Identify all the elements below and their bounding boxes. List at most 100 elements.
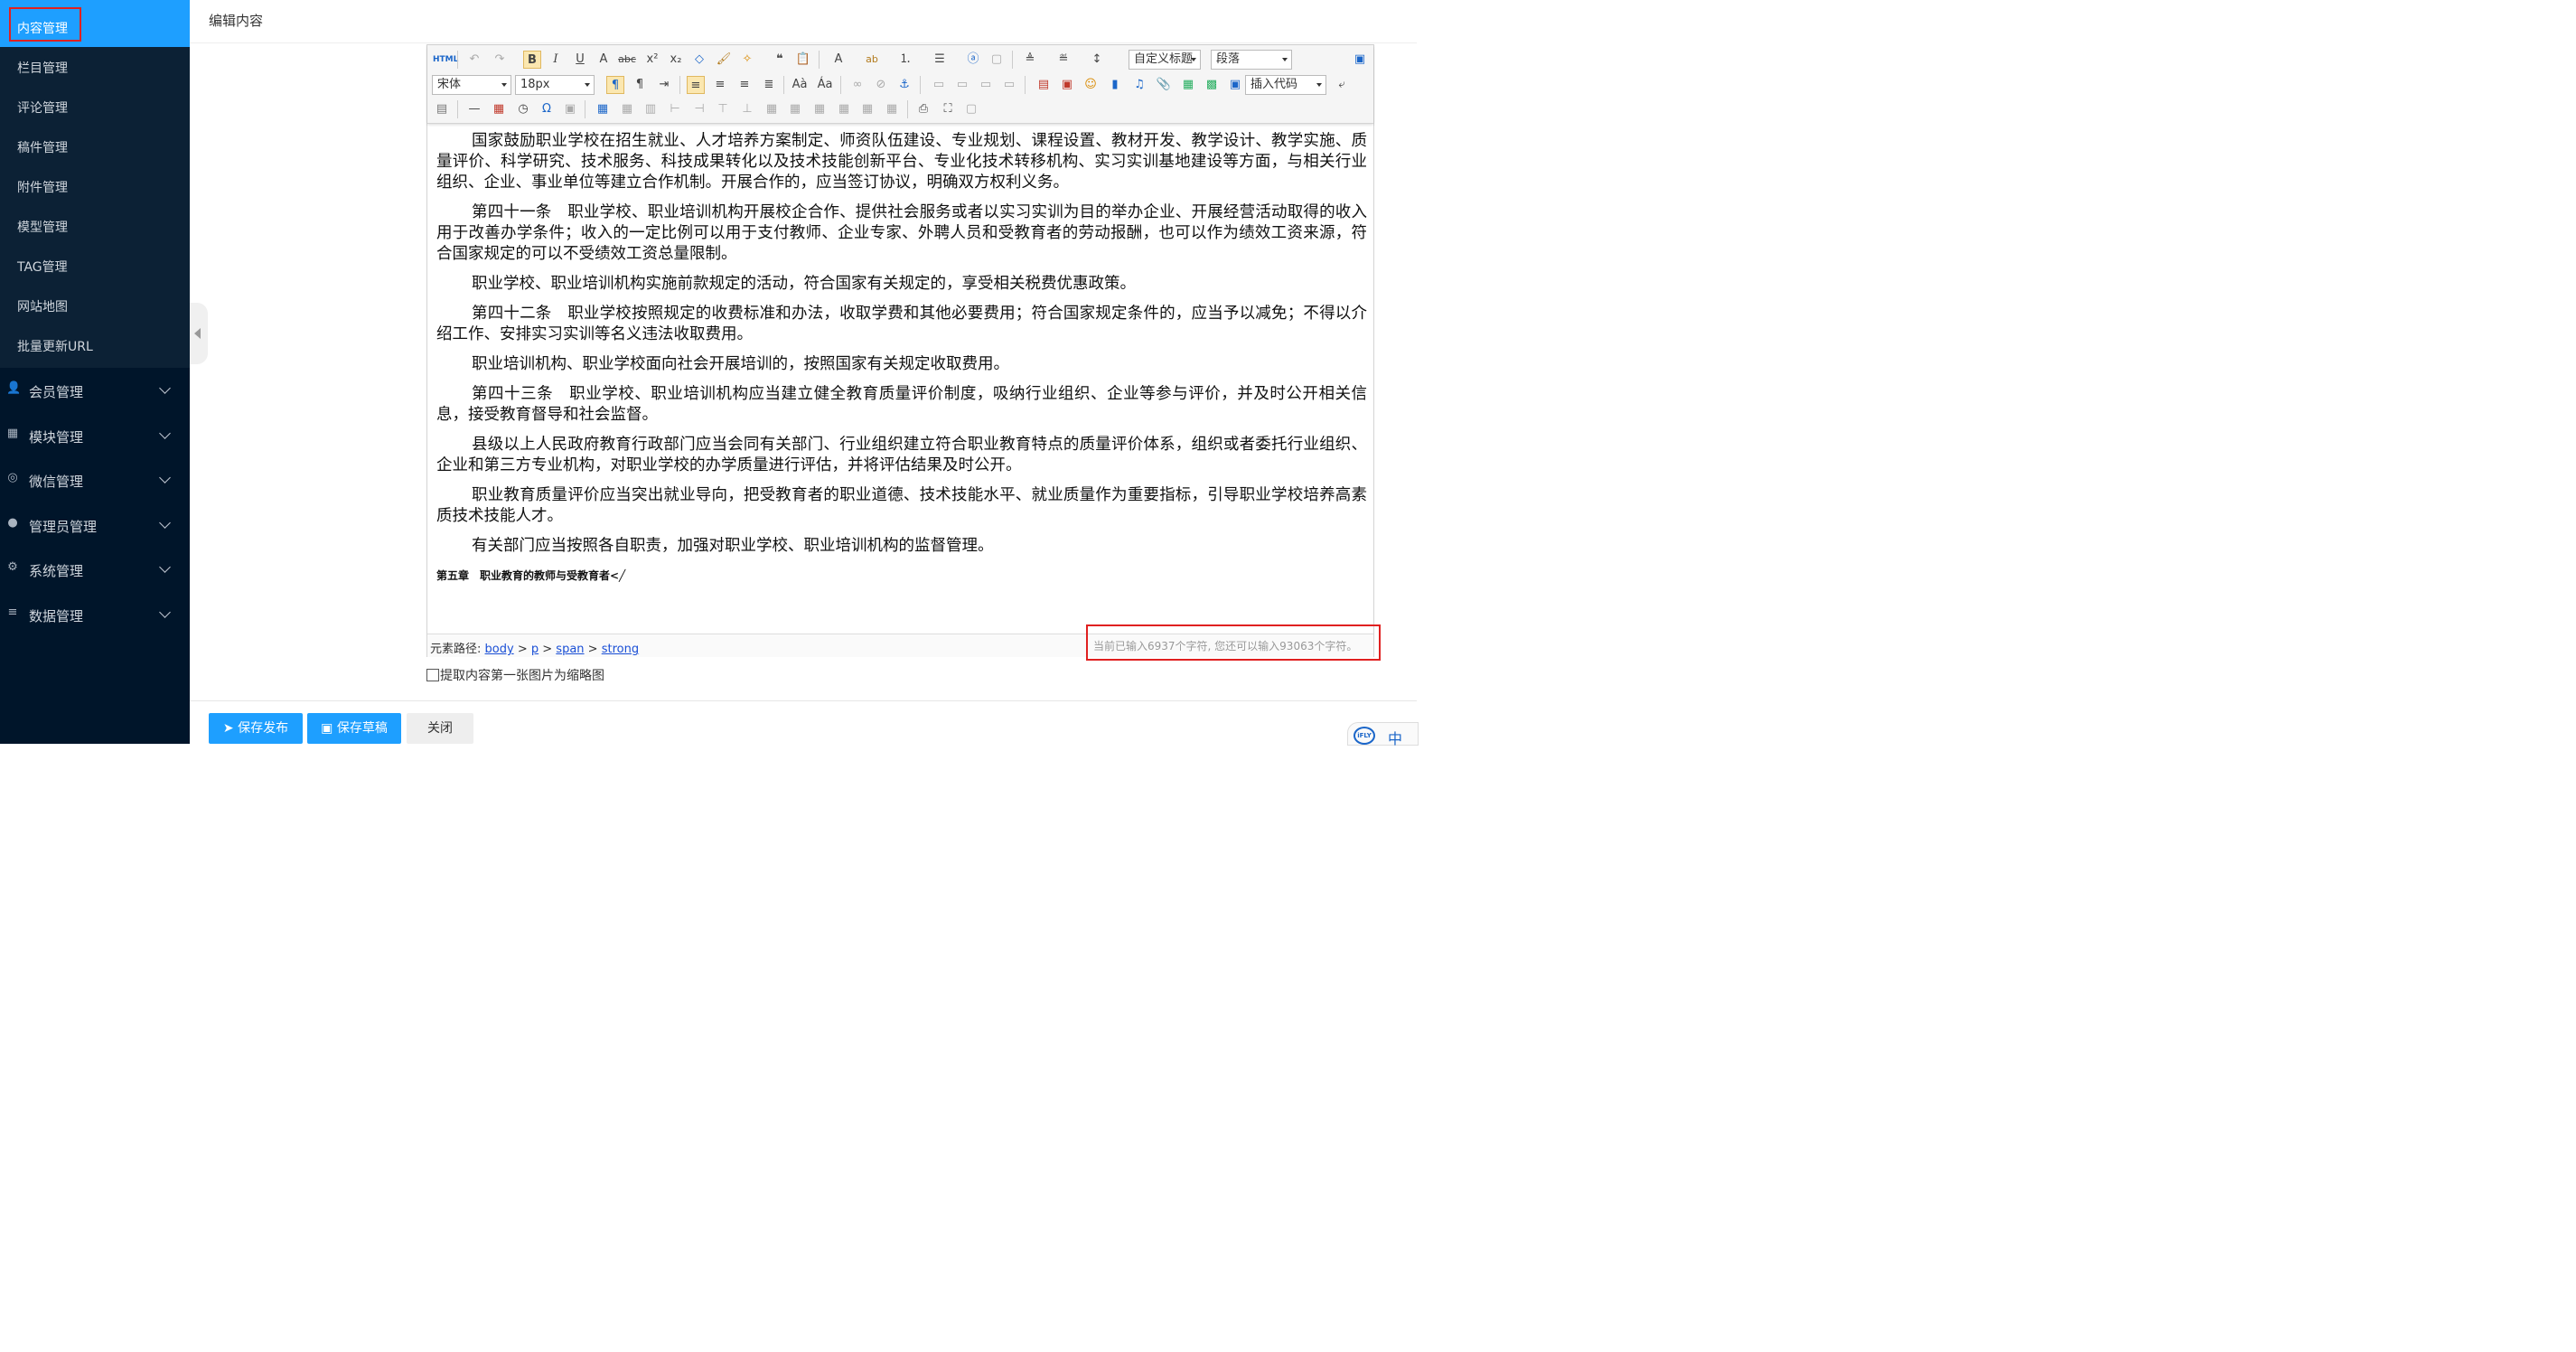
lowercase-icon[interactable]: Áa [816,76,834,94]
snapscreen-icon[interactable]: ▣ [561,100,579,118]
link-icon[interactable]: ∞ [848,76,866,94]
sidebar-group-system[interactable]: ⚙ 系统管理 [0,548,190,591]
rtl-direction-icon[interactable]: ¶ [631,76,649,94]
search-replace-icon[interactable]: ⛶ [939,100,957,118]
strikethrough-icon[interactable]: abc [618,51,636,69]
unordered-list-icon[interactable]: ☰ [931,51,949,69]
insert-image-icon[interactable]: ▣ [1058,76,1076,94]
insert-paragraph-before-table-icon[interactable]: ▥ [642,100,660,118]
map-icon[interactable]: ▦ [1179,76,1197,94]
uppercase-icon[interactable]: Aà [791,76,809,94]
fullscreen-icon[interactable]: ▣ [1351,51,1369,69]
horizontal-rule-icon[interactable]: — [465,100,483,118]
attachment-icon[interactable]: 📎 [1155,76,1173,94]
ltr-direction-icon[interactable]: ¶ [606,76,624,94]
bold-icon[interactable]: B [523,51,541,69]
indent-icon[interactable]: ⇥ [655,76,673,94]
format-brush-icon[interactable]: 🖌 [715,51,733,69]
time-icon[interactable]: ◷ [514,100,532,118]
close-button[interactable]: 关闭 [407,713,473,744]
image-center-icon[interactable]: ▭ [1000,76,1018,94]
sidebar-group-wechat[interactable]: ◎ 微信管理 [0,458,190,502]
path-link-body[interactable]: body [485,643,514,656]
thumbnail-checkbox[interactable] [426,669,439,681]
html-source-button[interactable]: HTML [433,51,458,69]
date-icon[interactable]: ▦ [490,100,508,118]
delete-table-icon[interactable]: ▦ [618,100,636,118]
split-rows-icon[interactable]: ▦ [858,100,876,118]
insert-code-select[interactable]: 插入代码 [1245,75,1326,95]
publish-button[interactable]: ➤ 保存发布 [209,713,303,744]
sidebar-item-sitemap[interactable]: 网站地图 [0,286,190,325]
align-center-icon[interactable]: ≡ [711,76,729,94]
drafts-icon[interactable]: ▢ [962,100,980,118]
special-char-icon[interactable]: Ω [538,100,556,118]
sidebar-group-data[interactable]: ≡ 数据管理 [0,593,190,636]
underline-icon[interactable]: U [571,51,589,69]
split-cols-icon[interactable]: ▦ [883,100,901,118]
subscript-icon[interactable]: x₂ [667,51,685,69]
path-link-span[interactable]: span [556,643,584,656]
sidebar-item-batch-url[interactable]: 批量更新URL [0,325,190,365]
sidebar-item-comments[interactable]: 评论管理 [0,87,190,127]
row-spacing-top-icon[interactable]: ≜ [1021,51,1039,69]
row-spacing-bottom-icon[interactable]: ≝ [1054,51,1073,69]
sidebar-group-members[interactable]: 👤 会员管理 [0,369,190,412]
path-link-p[interactable]: p [531,643,539,656]
blockquote-icon[interactable]: ❝ [771,51,789,69]
save-draft-button[interactable]: ▣ 保存草稿 [307,713,401,744]
ordered-list-icon[interactable]: ⒈ [896,51,914,69]
insert-video-icon[interactable]: ▮ [1106,76,1124,94]
anchor-icon[interactable]: ⚓ [895,76,913,94]
font-border-icon[interactable]: A [595,51,613,69]
sidebar-group-modules[interactable]: ▦ 模块管理 [0,414,190,457]
insert-table-icon[interactable]: ▦ [594,100,612,118]
gmap-icon[interactable]: ▩ [1203,76,1221,94]
insert-row-icon[interactable]: ⊢ [666,100,684,118]
auto-format-icon[interactable]: ✧ [738,51,756,69]
sidebar-item-models[interactable]: 模型管理 [0,206,190,246]
sidebar-group-admins[interactable]: ● 管理员管理 [0,503,190,547]
font-family-select[interactable]: 宋体 [432,75,511,95]
merge-cells-icon[interactable]: ▦ [763,100,781,118]
split-cells-icon[interactable]: ▦ [835,100,853,118]
unlink-icon[interactable]: ⊘ [872,76,890,94]
emotion-icon[interactable]: ☺ [1082,76,1100,94]
font-color-icon[interactable]: A [829,51,848,69]
clear-doc-icon[interactable]: ▢ [988,51,1006,69]
sidebar-item-content-management[interactable]: 内容管理 [0,0,190,47]
font-size-select[interactable]: 18px [515,75,595,95]
custom-heading-select[interactable]: 自定义标题 [1129,50,1201,70]
sidebar-item-tags[interactable]: TAG管理 [0,246,190,286]
simple-upload-icon[interactable]: ▤ [1035,76,1053,94]
paste-plain-icon[interactable]: 📋 [794,51,812,69]
italic-icon[interactable]: I [547,51,565,69]
image-left-icon[interactable]: ▭ [953,76,971,94]
line-height-icon[interactable]: ↕ [1088,51,1106,69]
image-none-icon[interactable]: ▭ [930,76,948,94]
superscript-icon[interactable]: x² [643,51,661,69]
music-icon[interactable]: ♫ [1130,76,1148,94]
path-link-strong[interactable]: strong [602,643,639,656]
align-right-icon[interactable]: ≡ [735,76,754,94]
merge-down-icon[interactable]: ▦ [810,100,829,118]
image-right-icon[interactable]: ▭ [977,76,995,94]
eraser-icon[interactable]: ◇ [690,51,708,69]
merge-right-icon[interactable]: ▦ [786,100,804,118]
align-justify-icon[interactable]: ≣ [760,76,778,94]
page-break-icon[interactable]: ⤶ [1333,76,1351,94]
ime-indicator[interactable]: iFLY 中 [1347,722,1419,747]
select-all-icon[interactable]: ⓐ [964,51,982,69]
align-left-icon[interactable]: ≡ [687,76,705,94]
sidebar-item-manuscripts[interactable]: 稿件管理 [0,127,190,166]
print-icon[interactable]: ⎙ [914,100,932,118]
sidebar-item-attachments[interactable]: 附件管理 [0,166,190,206]
insert-frame-icon[interactable]: ▣ [1226,76,1244,94]
template-icon[interactable]: ▤ [433,100,451,118]
delete-row-icon[interactable]: ⊣ [690,100,708,118]
paragraph-select[interactable]: 段落 [1211,50,1292,70]
thumbnail-option[interactable]: 提取内容第一张图片为缩略图 [426,666,604,684]
redo-icon[interactable]: ↷ [491,51,509,69]
editor-content[interactable]: 国家鼓励职业学校在招生就业、人才培养方案制定、师资队伍建设、专业规划、课程设置、… [436,131,1367,596]
undo-icon[interactable]: ↶ [465,51,483,69]
